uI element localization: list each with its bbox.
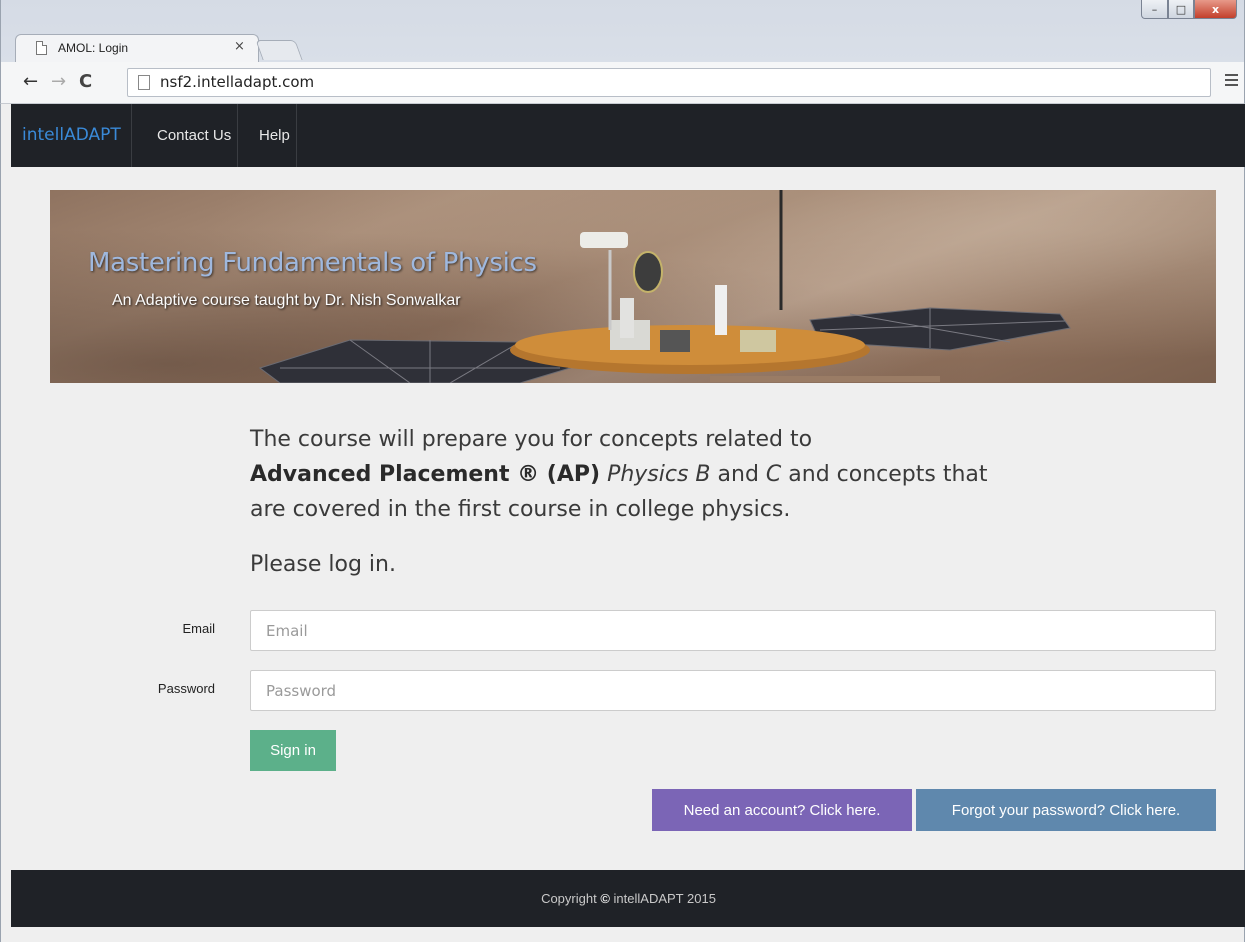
lander-illustration — [258, 190, 1071, 383]
page-icon — [36, 41, 47, 55]
intro-italic-physics-b: Physics B — [607, 462, 711, 487]
intro-bold-text: Advanced Placement ® (AP) — [250, 462, 601, 487]
hamburger-menu-icon[interactable] — [1225, 74, 1238, 87]
intro-and: and — [710, 462, 766, 487]
banner-title: Mastering Fundamentals of Physics — [88, 248, 537, 278]
copyright-icon: © — [600, 891, 610, 906]
nav-contact-us[interactable]: Contact Us — [151, 104, 239, 167]
course-description: The course will prepare you for concepts… — [250, 422, 1020, 527]
page-content: intellADAPT Contact Us Help Mastering Fu… — [0, 104, 1245, 942]
page-icon — [138, 75, 150, 90]
browser-titlebar: AMOL: Login × – □ x — [0, 0, 1245, 62]
copyright-owner: intellADAPT 2015 — [613, 891, 716, 906]
back-arrow-icon[interactable]: ← — [23, 73, 38, 91]
window-controls: – □ x — [1141, 0, 1237, 20]
login-prompt: Please log in. — [250, 552, 396, 577]
tab-title: AMOL: Login — [58, 41, 129, 55]
copyright-prefix: Copyright — [541, 891, 597, 906]
site-footer: Copyright © intellADAPT 2015 — [11, 870, 1245, 927]
copyright-text: Copyright © intellADAPT 2015 — [11, 870, 1245, 927]
browser-toolbar: ← → C nsf2.intelladapt.com — [0, 62, 1245, 104]
site-navbar: intellADAPT Contact Us Help — [11, 104, 1245, 167]
password-label: Password — [157, 681, 215, 696]
email-label: Email — [182, 621, 215, 636]
intro-italic-c: C — [765, 462, 782, 487]
brand-link[interactable]: intellADAPT — [11, 104, 132, 167]
forgot-password-button[interactable]: Forgot your password? Click here. — [916, 789, 1216, 831]
course-banner: Mastering Fundamentals of Physics An Ada… — [50, 190, 1216, 383]
password-field[interactable] — [250, 670, 1216, 711]
sign-in-button[interactable]: Sign in — [250, 730, 336, 771]
nav-help[interactable]: Help — [253, 104, 297, 167]
window-close-button[interactable]: x — [1194, 0, 1237, 19]
forward-arrow-icon[interactable]: → — [51, 73, 66, 91]
minimize-button[interactable]: – — [1141, 0, 1168, 19]
address-bar[interactable]: nsf2.intelladapt.com — [127, 68, 1211, 97]
intro-line: The course will prepare you for concepts… — [250, 427, 813, 452]
close-icon[interactable]: × — [234, 39, 245, 54]
maximize-button[interactable]: □ — [1168, 0, 1194, 19]
url-text[interactable]: nsf2.intelladapt.com — [160, 73, 314, 91]
banner-subtitle: An Adaptive course taught by Dr. Nish So… — [112, 292, 461, 309]
reload-icon[interactable]: C — [79, 73, 92, 91]
email-field[interactable] — [250, 610, 1216, 651]
browser-tab[interactable]: AMOL: Login × — [15, 34, 259, 62]
new-tab-button[interactable] — [255, 40, 303, 60]
need-account-button[interactable]: Need an account? Click here. — [652, 789, 912, 831]
